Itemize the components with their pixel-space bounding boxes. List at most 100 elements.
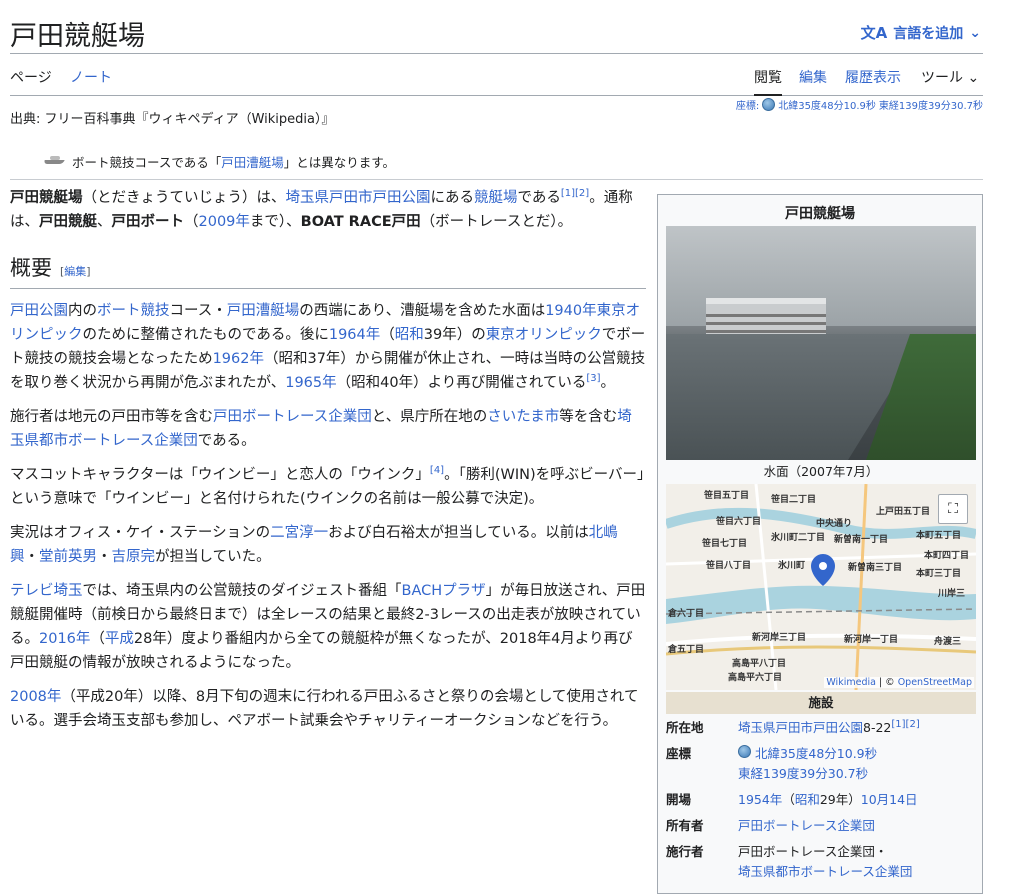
tab-page[interactable]: ページ — [10, 67, 52, 87]
link-rowing[interactable]: ボート競技 — [97, 303, 170, 319]
map-label: 高島平八丁目 — [732, 659, 787, 669]
text: コース・ — [169, 303, 227, 319]
chevron-down-icon: ⌄ — [969, 24, 981, 41]
location-link[interactable]: 埼玉県戸田市戸田公園 — [738, 720, 863, 735]
text: では、埼玉県内の公営競技のダイジェスト番組「 — [82, 583, 402, 599]
reference-link[interactable]: [1][2] — [891, 719, 919, 730]
text: および白石裕太が担当している。以前は — [328, 525, 589, 541]
hatnote-link[interactable]: 戸田漕艇場 — [221, 155, 284, 170]
text: （ — [184, 214, 199, 230]
link-saitama-city[interactable]: さいたま市 — [487, 409, 559, 425]
link-2016[interactable]: 2016年 — [39, 631, 90, 647]
link-yoshihara[interactable]: 吉原完 — [112, 549, 156, 565]
link-showa[interactable]: 昭和 — [395, 327, 424, 343]
text: のために整備されたものである。後に — [82, 327, 329, 343]
text: （ボートレースとだ）。 — [420, 214, 573, 230]
map-label: 新曽南一丁目 — [834, 535, 889, 545]
link-toda-boatrace-union[interactable]: 戸田ボートレース企業団 — [213, 409, 372, 425]
globe-icon[interactable] — [762, 98, 776, 111]
map-label: 舟渡三 — [934, 637, 962, 647]
reference-link[interactable]: [4] — [430, 465, 444, 476]
bold-term: BOAT RACE戸田 — [300, 214, 421, 230]
link-toda-koen[interactable]: 戸田公園 — [10, 303, 68, 319]
text: である。 — [197, 433, 256, 449]
facility-header: 施設 — [666, 692, 976, 714]
link-tokyo-olympics[interactable]: 東京オリンピック — [486, 327, 602, 343]
text: 。 — [600, 375, 616, 391]
infobox-value: 埼玉県戸田市戸田公園8-22[1][2] — [738, 718, 976, 738]
tab-talk[interactable]: ノート — [70, 67, 112, 87]
map-label: 高島平六丁目 — [728, 673, 783, 683]
divider — [10, 179, 983, 180]
globe-icon[interactable] — [738, 745, 751, 758]
link-toda-koen[interactable]: 戸田公園 — [373, 190, 431, 206]
section-heading-text: 概要 — [10, 256, 52, 280]
intro-paragraph: 戸田競艇場（とだきょうていじょう）は、埼玉県戸田市戸田公園にある競艇場である[1… — [10, 186, 646, 234]
operator-link[interactable]: 埼玉県都市ボートレース企業団 — [738, 864, 912, 879]
coordinates-lat[interactable]: 北緯35度48分10.9秒 — [778, 97, 876, 112]
tab-read[interactable]: 閲覧 — [754, 67, 782, 96]
link-1965[interactable]: 1965年 — [285, 375, 336, 391]
map-label: 笹目五丁目 — [704, 491, 750, 501]
link-1962[interactable]: 1962年 — [213, 351, 264, 367]
location-map[interactable]: 笹目五丁目 笹目二丁目 笹目六丁目 上戸田五丁目 中央通り 笹目七丁目 氷川町二… — [666, 484, 976, 690]
coordinates-lon-link[interactable]: 東経139度39分30.7秒 — [738, 766, 868, 781]
text: 等を含む — [559, 409, 618, 425]
map-label: 倉五丁目 — [668, 645, 705, 655]
map-label: 氷川町二丁目 — [771, 533, 826, 543]
link-saitama-prefecture[interactable]: 埼玉県 — [286, 190, 330, 206]
link-toda-sotei[interactable]: 戸田漕艇場 — [227, 303, 300, 319]
link-domae[interactable]: 堂前英男 — [39, 549, 97, 565]
link-october-14[interactable]: 10月14日 — [861, 792, 918, 807]
openstreetmap-link[interactable]: OpenStreetMap — [898, 677, 972, 688]
add-language-label: 言語を追加 — [893, 25, 964, 42]
link-bach-plaza[interactable]: BACHプラザ — [402, 583, 486, 599]
map-label: 新河岸三丁目 — [752, 633, 807, 643]
link-ninomiya[interactable]: 二宮淳一 — [270, 525, 328, 541]
text: 、 — [97, 214, 112, 230]
coordinates-lat-link[interactable]: 北緯35度48分10.9秒 — [755, 746, 877, 761]
rowing-boat-icon — [44, 155, 66, 168]
map-label: 笹目六丁目 — [716, 517, 762, 527]
paragraph-overview-1: 戸田公園内のボート競技コース・戸田漕艇場の西端にあり、漕艇場を含めた水面は194… — [10, 299, 646, 395]
tab-history[interactable]: 履歴表示 — [845, 67, 901, 87]
add-language-button[interactable]: 文A 言語を追加 ⌄ — [861, 22, 981, 43]
section-edit: [編集] — [60, 265, 91, 278]
link-showa[interactable]: 昭和 — [795, 792, 820, 807]
coordinates-label[interactable]: 座標: — [736, 97, 759, 112]
text: マスコットキャラクターは「ウインビー」と恋人の「ウインク」 — [10, 467, 430, 483]
text: 施行者は地元の戸田市等を含む — [10, 409, 213, 425]
wikimedia-link[interactable]: Wikimedia — [826, 677, 876, 688]
link-1964[interactable]: 1964年 — [329, 327, 380, 343]
chevron-down-icon: ⌄ — [967, 70, 980, 86]
text: （ — [782, 792, 795, 807]
infobox-value: 北緯35度48分10.9秒東経139度39分30.7秒 — [738, 744, 976, 784]
reference-link[interactable]: [3] — [586, 373, 600, 384]
infobox-key: 開場 — [666, 792, 692, 807]
link-1954[interactable]: 1954年 — [738, 792, 782, 807]
text: である — [517, 190, 561, 206]
coordinates-lon[interactable]: 東経139度39分30.7秒 — [879, 97, 983, 112]
link-toda-city[interactable]: 戸田市 — [329, 190, 373, 206]
paragraph-overview-6: 2008年（平成20年）以降、8月下旬の週末に行われる戸田ふるさと祭りの会場とし… — [10, 685, 646, 733]
tools-label: ツール — [921, 70, 963, 86]
reference-link[interactable]: [1][2] — [561, 188, 589, 199]
map-label: 中央通り — [816, 519, 853, 529]
translate-icon: 文A — [860, 24, 888, 42]
link-tv-saitama[interactable]: テレビ埼玉 — [10, 583, 83, 599]
section-edit-link[interactable]: 編集 — [64, 265, 86, 278]
text: （ — [90, 631, 105, 647]
venue-photo[interactable] — [666, 226, 976, 460]
link-heisei[interactable]: 平成 — [105, 631, 134, 647]
tools-dropdown[interactable]: ツール ⌄ — [921, 67, 979, 87]
bold-term: 戸田ボート — [111, 214, 185, 230]
text: まで）、 — [249, 214, 301, 230]
map-label: 川岸三 — [938, 589, 966, 599]
page-tabs: ページ ノート 閲覧 編集 履歴表示 ツール ⌄ — [10, 62, 983, 96]
link-kyoteijo[interactable]: 競艇場 — [474, 190, 518, 206]
owner-link[interactable]: 戸田ボートレース企業団 — [738, 818, 875, 833]
link-2009[interactable]: 2009年 — [199, 214, 250, 230]
tab-edit[interactable]: 編集 — [799, 67, 827, 87]
fullscreen-icon[interactable]: ⛶ — [938, 494, 968, 524]
link-2008[interactable]: 2008年 — [10, 689, 61, 705]
